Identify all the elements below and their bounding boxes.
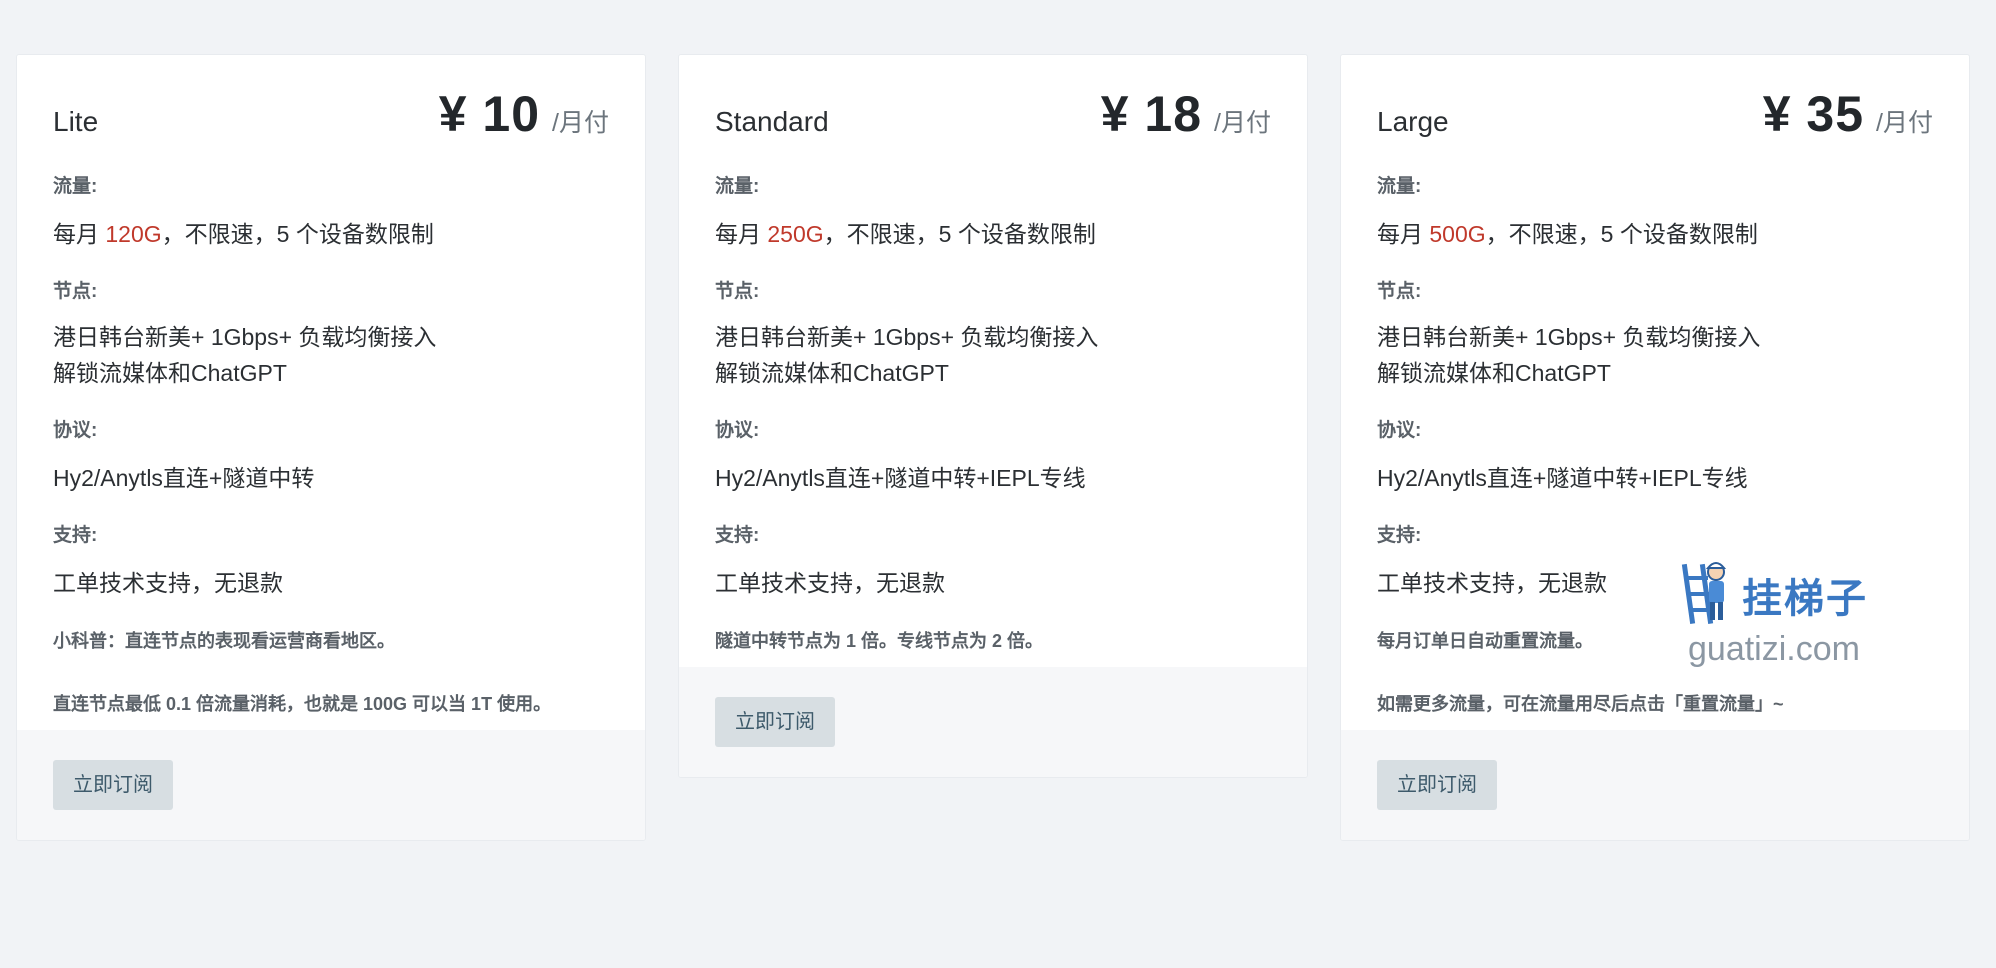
feature-label: 协议: <box>1377 420 1422 441</box>
feature-label: 节点: <box>715 281 760 302</box>
feature-support: 支持: 工单技术支持，无退款 <box>715 520 1271 601</box>
feature-label: 节点: <box>1377 281 1422 302</box>
plan-note: 隧道中转节点为 1 倍。专线节点为 2 倍。 <box>715 631 1044 651</box>
traffic-prefix: 每月 <box>1377 221 1430 247</box>
feature-nodes: 节点: 港日韩台新美+ 1Gbps+ 负载均衡接入 解锁流媒体和ChatGPT <box>1377 276 1933 391</box>
feature-value: 每月 120G，不限速，5 个设备数限制 <box>53 216 609 252</box>
plan-price: ¥ 10 /月付 <box>439 85 609 143</box>
subscribe-button[interactable]: 立即订阅 <box>1377 760 1497 810</box>
feature-label: 协议: <box>53 420 98 441</box>
price-period: /月付 <box>1214 109 1271 137</box>
plan-price: ¥ 35 /月付 <box>1763 85 1933 143</box>
plan-note: 小科普：直连节点的表现看运营商看地区。 <box>53 631 395 651</box>
feature-traffic: 流量: 每月 120G，不限速，5 个设备数限制 <box>53 171 609 252</box>
feature-value: 港日韩台新美+ 1Gbps+ 负载均衡接入 解锁流媒体和ChatGPT <box>1377 319 1933 391</box>
feature-value: 工单技术支持，无退款 <box>715 570 945 596</box>
nodes-line: 港日韩台新美+ 1Gbps+ 负载均衡接入 <box>53 324 437 350</box>
plan-header: Standard ¥ 18 /月付 <box>715 85 1271 147</box>
feature-protocol: 协议: Hy2/Anytls直连+隧道中转+IEPL专线 <box>715 415 1271 496</box>
feature-value: 工单技术支持，无退款 <box>1377 570 1607 596</box>
nodes-line: 解锁流媒体和ChatGPT <box>715 360 949 386</box>
nodes-line: 解锁流媒体和ChatGPT <box>1377 360 1611 386</box>
feature-label: 流量: <box>53 176 98 197</box>
price-amount: ¥ 18 <box>1100 86 1203 142</box>
pricing-plans: Lite ¥ 10 /月付 流量: 每月 120G，不限速，5 个设备数限制 节… <box>16 54 1980 841</box>
feature-value: 工单技术支持，无退款 <box>53 570 283 596</box>
plan-name: Large <box>1377 106 1449 137</box>
plan-note: 每月订单日自动重置流量。 <box>1377 631 1593 651</box>
feature-value: 港日韩台新美+ 1Gbps+ 负载均衡接入 解锁流媒体和ChatGPT <box>715 319 1271 391</box>
feature-support: 支持: 工单技术支持，无退款 <box>53 520 609 601</box>
plan-card-footer: 立即订阅 <box>17 730 645 840</box>
traffic-amount: 250G <box>767 221 824 247</box>
feature-label: 支持: <box>53 525 98 546</box>
feature-label: 流量: <box>715 176 760 197</box>
feature-value: 港日韩台新美+ 1Gbps+ 负载均衡接入 解锁流媒体和ChatGPT <box>53 319 609 391</box>
price-amount: ¥ 10 <box>438 86 541 142</box>
plan-price: ¥ 18 /月付 <box>1101 85 1271 143</box>
plan-name: Lite <box>53 106 99 137</box>
feature-value: 每月 250G，不限速，5 个设备数限制 <box>715 216 1271 252</box>
feature-label: 支持: <box>715 525 760 546</box>
plan-header: Large ¥ 35 /月付 <box>1377 85 1933 147</box>
traffic-suffix: ，不限速，5 个设备数限制 <box>823 221 1096 247</box>
plan-card-large: Large ¥ 35 /月付 流量: 每月 500G，不限速，5 个设备数限制 … <box>1340 54 1970 841</box>
feature-label: 流量: <box>1377 176 1422 197</box>
plan-header: Lite ¥ 10 /月付 <box>53 85 609 147</box>
traffic-amount: 500G <box>1429 221 1486 247</box>
traffic-suffix: ，不限速，5 个设备数限制 <box>1485 221 1758 247</box>
feature-label: 协议: <box>715 420 760 441</box>
feature-protocol: 协议: Hy2/Anytls直连+隧道中转+IEPL专线 <box>1377 415 1933 496</box>
feature-traffic: 流量: 每月 500G，不限速，5 个设备数限制 <box>1377 171 1933 252</box>
price-period: /月付 <box>552 109 609 137</box>
feature-protocol: 协议: Hy2/Anytls直连+隧道中转 <box>53 415 609 496</box>
plan-card-lite: Lite ¥ 10 /月付 流量: 每月 120G，不限速，5 个设备数限制 节… <box>16 54 646 841</box>
plan-card-body: Lite ¥ 10 /月付 流量: 每月 120G，不限速，5 个设备数限制 节… <box>17 55 645 730</box>
feature-value: 每月 500G，不限速，5 个设备数限制 <box>1377 216 1933 252</box>
nodes-line: 解锁流媒体和ChatGPT <box>53 360 287 386</box>
feature-value: Hy2/Anytls直连+隧道中转 <box>53 465 315 491</box>
feature-nodes: 节点: 港日韩台新美+ 1Gbps+ 负载均衡接入 解锁流媒体和ChatGPT <box>53 276 609 391</box>
feature-value: Hy2/Anytls直连+隧道中转+IEPL专线 <box>1377 465 1748 491</box>
price-amount: ¥ 35 <box>1762 86 1865 142</box>
price-period: /月付 <box>1876 109 1933 137</box>
feature-label: 支持: <box>1377 525 1422 546</box>
traffic-suffix: ，不限速，5 个设备数限制 <box>161 221 434 247</box>
nodes-line: 港日韩台新美+ 1Gbps+ 负载均衡接入 <box>715 324 1099 350</box>
feature-support: 支持: 工单技术支持，无退款 <box>1377 520 1933 601</box>
feature-traffic: 流量: 每月 250G，不限速，5 个设备数限制 <box>715 171 1271 252</box>
plan-card-body: Standard ¥ 18 /月付 流量: 每月 250G，不限速，5 个设备数… <box>679 55 1307 667</box>
plan-card-standard: Standard ¥ 18 /月付 流量: 每月 250G，不限速，5 个设备数… <box>678 54 1308 778</box>
plan-note: 直连节点最低 0.1 倍流量消耗，也就是 100G 可以当 1T 使用。 <box>53 694 552 714</box>
plan-name: Standard <box>715 106 829 137</box>
traffic-prefix: 每月 <box>53 221 106 247</box>
feature-label: 节点: <box>53 281 98 302</box>
feature-value: Hy2/Anytls直连+隧道中转+IEPL专线 <box>715 465 1086 491</box>
plan-card-footer: 立即订阅 <box>679 667 1307 777</box>
feature-nodes: 节点: 港日韩台新美+ 1Gbps+ 负载均衡接入 解锁流媒体和ChatGPT <box>715 276 1271 391</box>
traffic-amount: 120G <box>105 221 162 247</box>
plan-card-footer: 立即订阅 <box>1341 730 1969 840</box>
plan-card-body: Large ¥ 35 /月付 流量: 每月 500G，不限速，5 个设备数限制 … <box>1341 55 1969 730</box>
plan-note: 如需更多流量，可在流量用尽后点击「重置流量」~ <box>1377 694 1784 714</box>
nodes-line: 港日韩台新美+ 1Gbps+ 负载均衡接入 <box>1377 324 1761 350</box>
subscribe-button[interactable]: 立即订阅 <box>715 697 835 747</box>
subscribe-button[interactable]: 立即订阅 <box>53 760 173 810</box>
traffic-prefix: 每月 <box>715 221 768 247</box>
